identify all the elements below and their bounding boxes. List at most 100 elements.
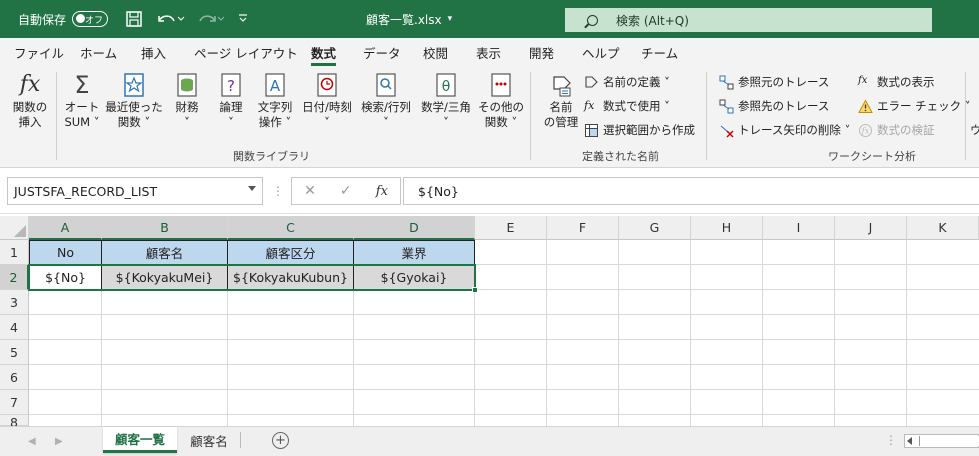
cell-a2[interactable]: ${No} [29,265,102,290]
undo-icon[interactable] [155,0,185,38]
recently-used-button[interactable]: 最近使った 関数 ˅ [105,72,163,130]
tab-formulas[interactable]: 数式 [311,38,337,66]
sheet-tab-customer-list[interactable]: 顧客一覧 [103,427,177,453]
tab-developer[interactable]: 開発 [529,38,554,66]
name-box[interactable]: JUSTSFA_RECORD_LIST [7,177,263,205]
prev-sheet-icon[interactable]: ◀ [28,436,36,447]
column-header-g[interactable]: G [619,216,691,240]
customize-qat-icon[interactable] [238,0,248,38]
insert-function-button[interactable]: fx 関数の 挿入 [10,72,50,130]
select-all-corner[interactable] [0,216,29,240]
tab-view[interactable]: 表示 [476,38,501,66]
cell-c1[interactable]: 顧客区分 [228,240,354,265]
row-header-7[interactable]: 7 [0,390,29,415]
row-header-1[interactable]: 1 [0,240,29,265]
formula-input[interactable]: ${No} [403,177,979,205]
error-checking-button[interactable]: エラー チェック ˅ [858,96,971,116]
column-header-j[interactable]: J [835,216,907,240]
trace-precedents-button[interactable]: 参照元のトレース [719,72,829,92]
row-header-4[interactable]: 4 [0,315,29,340]
financial-chevron: ˅ [184,115,190,129]
name-manager-button[interactable]: 名前 の管理 [540,72,582,130]
math-label: 数学/三角 [421,100,471,114]
cell-c2[interactable]: ${KokyakuKubun} [228,265,354,290]
recent-label-1: 最近使った [105,100,163,114]
autosave-label: 自動保存 [18,12,67,27]
tab-help[interactable]: ヘルプ [582,38,620,66]
cell-d2[interactable]: ${Gyokai} [354,265,475,290]
tab-home[interactable]: ホーム [80,38,117,66]
row-header-8[interactable]: 8 [0,415,29,430]
plus-icon[interactable]: + [272,432,289,449]
evaluate-icon: fx [858,123,873,138]
next-sheet-icon[interactable]: ▶ [55,436,63,447]
more-label-2: 関数 ˅ [484,115,518,129]
fx-icon[interactable]: fx [376,184,388,199]
row-header-5[interactable]: 5 [0,340,29,365]
save-icon[interactable] [125,0,143,38]
search-box[interactable]: 検索 (Alt+Q) [565,8,932,32]
filename: 顧客一覧.xlsx [366,12,442,27]
chevron-down-icon[interactable] [248,186,256,191]
magnifier-book-icon [373,72,399,98]
sheet-tab-customer-name[interactable]: 顧客名 [180,427,238,453]
row-header-3[interactable]: 3 [0,290,29,315]
divider [56,72,57,160]
remove-arrows-label: トレース矢印の削除 ˅ [738,123,851,137]
tab-file[interactable]: ファイル [14,38,64,66]
trace-precedents-icon [719,75,734,90]
text-label-2: 操作 ˅ [258,115,292,129]
clock-book-icon [314,72,340,98]
row-header-2[interactable]: 2 [0,265,29,290]
evaluate-formula-label: 数式の検証 [877,123,935,137]
logical-button[interactable]: ? 論理 ˅ [211,72,251,130]
column-header-k[interactable]: K [907,216,979,240]
cell-b2[interactable]: ${KokyakuMei} [102,265,228,290]
use-in-formula-button[interactable]: fx 数式で使用 ˅ [584,96,670,116]
trace-dependents-button[interactable]: 参照先のトレース [719,96,829,116]
ribbon-tabs: ファイル ホーム 挿入 ページ レイアウト 数式 データ 校閲 表示 開発 ヘル… [0,38,979,66]
column-header-d[interactable]: D [354,216,475,240]
column-header-e[interactable]: E [475,216,547,240]
enter-icon[interactable]: ✓ [340,183,352,199]
sigma-icon: Σ [74,71,90,99]
column-header-b[interactable]: B [102,216,228,240]
evaluate-formula-button[interactable]: fx 数式の検証 [858,120,935,140]
show-formulas-button[interactable]: fx 数式の表示 [858,72,935,92]
create-from-selection-button[interactable]: 選択範囲から作成 [584,120,695,140]
math-button[interactable]: θ 数学/三角 ˅ [417,72,475,130]
autosum-button[interactable]: Σ オート SUM ˅ [60,72,104,130]
scroll-left-icon[interactable] [907,437,912,445]
row-header-6[interactable]: 6 [0,365,29,390]
tab-review[interactable]: 校閲 [423,38,448,66]
watch-window-button[interactable]: ウ [970,120,979,140]
more-label-1: その他の [478,100,524,114]
more-functions-button[interactable]: その他の 関数 ˅ [478,72,524,130]
datetime-button[interactable]: 日付/時刻 ˅ [298,72,356,130]
redo-icon[interactable] [195,0,225,38]
financial-label: 財務 [175,100,199,114]
scroll-thumb[interactable] [919,436,979,446]
file-title[interactable]: 顧客一覧.xlsx ▾ [366,0,452,38]
column-header-f[interactable]: F [547,216,619,240]
cell-a1[interactable]: No [29,240,102,265]
cell-d1[interactable]: 業界 [354,240,475,265]
tab-insert[interactable]: 挿入 [141,38,166,66]
financial-button[interactable]: 財務 ˅ [167,72,207,130]
define-name-button[interactable]: 名前の定義 ˅ [584,72,670,92]
cancel-icon[interactable]: ✕ [304,183,316,199]
column-header-i[interactable]: I [763,216,835,240]
remove-arrows-button[interactable]: トレース矢印の削除 ˅ [719,120,850,140]
lookup-button[interactable]: 検索/行列 ˅ [357,72,415,130]
column-header-h[interactable]: H [691,216,763,240]
tab-data[interactable]: データ [363,38,401,66]
text-button[interactable]: A 文字列 操作 ˅ [253,72,297,130]
tab-page-layout[interactable]: ページ レイアウト [194,38,298,66]
tab-team[interactable]: チーム [641,38,678,66]
column-header-c[interactable]: C [228,216,354,240]
cell-b1[interactable]: 顧客名 [102,240,228,265]
horizontal-scrollbar[interactable] [904,434,979,448]
column-header-a[interactable]: A [29,216,102,240]
autosave-switch[interactable]: オフ [72,11,109,27]
autosave-toggle[interactable]: 自動保存 オフ [18,0,109,38]
